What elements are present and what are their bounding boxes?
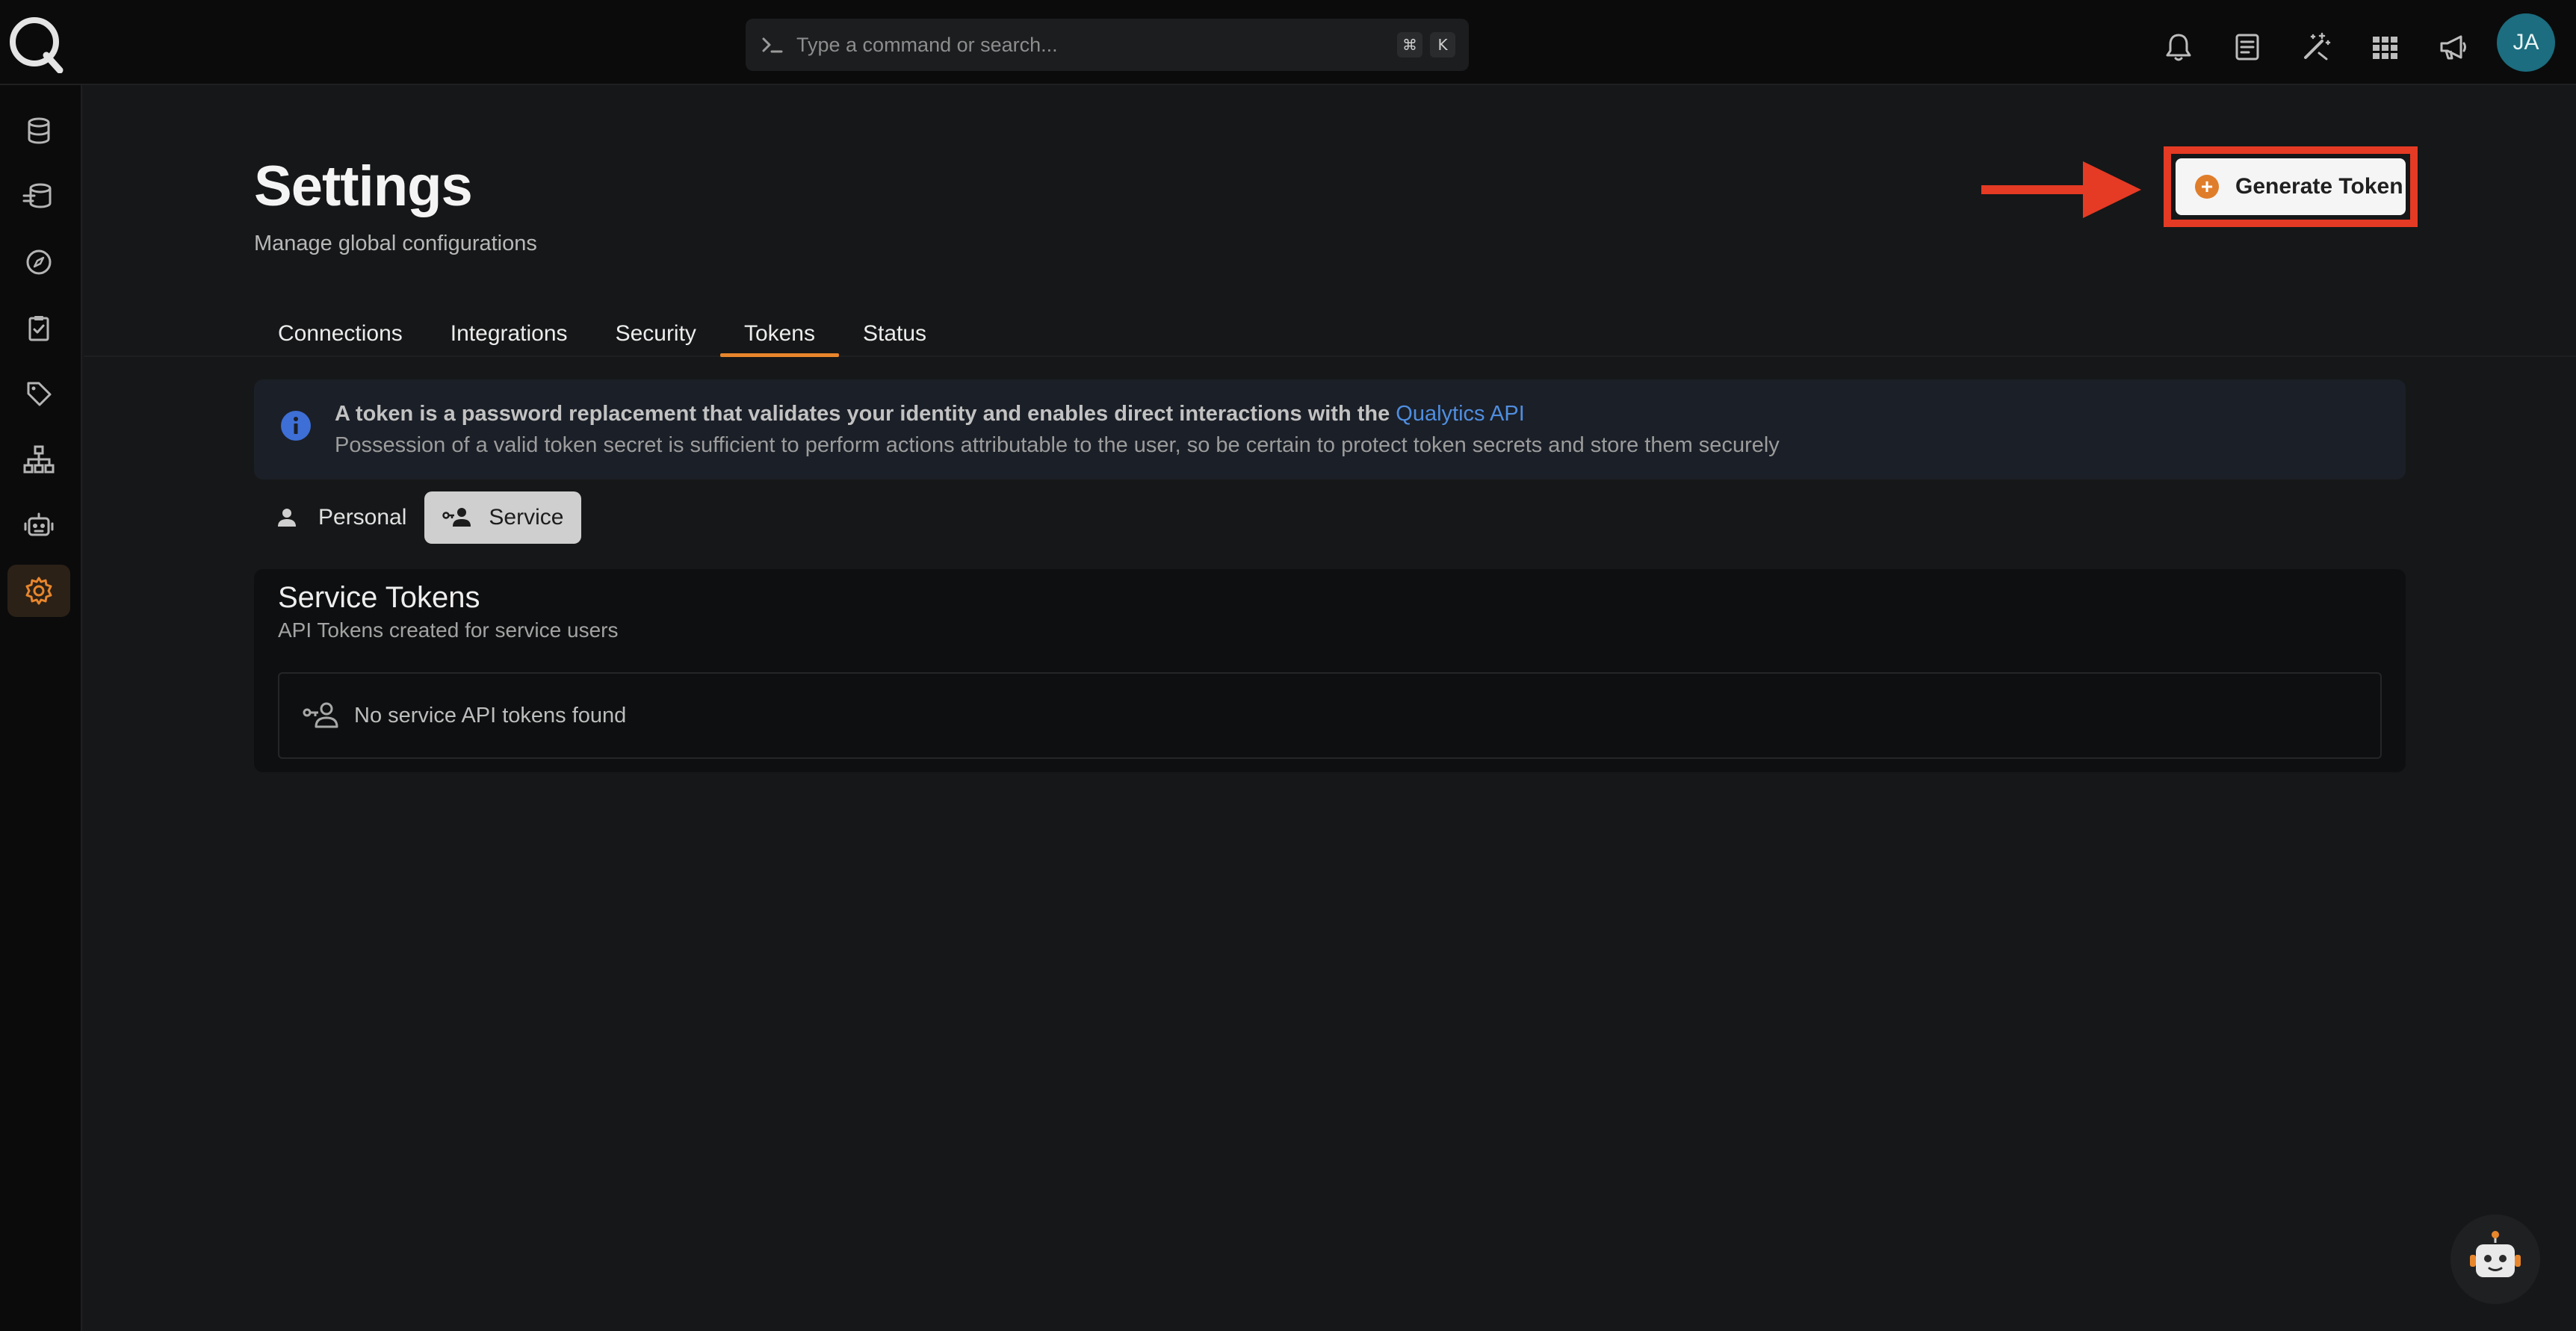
tab-integrations[interactable]: Integrations — [427, 302, 592, 362]
generate-token-highlight: + Generate Token — [2164, 146, 2418, 227]
service-tokens-card: Service Tokens API Tokens created for se… — [254, 569, 2406, 772]
token-type-toggle: Personal Service — [254, 491, 582, 544]
service-tokens-toggle[interactable]: Service — [424, 491, 582, 544]
hierarchy-icon — [23, 445, 55, 474]
page-subtitle: Manage global configurations — [254, 232, 537, 255]
compass-icon — [26, 249, 52, 275]
apps-grid-icon[interactable] — [2364, 26, 2406, 68]
tab-tokens[interactable]: Tokens — [719, 302, 840, 362]
tag-icon — [27, 382, 52, 406]
annotation-arrow — [1981, 161, 2141, 218]
notes-icon[interactable] — [2226, 26, 2268, 68]
personal-tokens-toggle[interactable]: Personal — [254, 491, 424, 544]
sidebar-item-datastores[interactable] — [7, 170, 70, 223]
gear-icon — [25, 577, 52, 605]
service-user-icon — [303, 702, 338, 728]
empty-state-message: No service API tokens found — [354, 703, 627, 727]
shortcut-k-key: K — [1430, 32, 1455, 58]
sidebar-item-hierarchy[interactable] — [7, 433, 70, 485]
header-actions: JA — [2131, 13, 2555, 72]
info-icon — [281, 411, 311, 441]
magic-wand-icon[interactable] — [2295, 26, 2337, 68]
info-line-primary: A token is a password replacement that v… — [335, 402, 1525, 426]
service-label: Service — [489, 505, 564, 530]
info-line-secondary: Possession of a valid token secret is su… — [335, 433, 1780, 457]
sidebar-item-checks[interactable] — [7, 302, 70, 354]
assistant-bot-button[interactable] — [2450, 1214, 2540, 1304]
sidebar — [0, 85, 82, 1331]
user-avatar[interactable]: JA — [2497, 13, 2555, 72]
info-line-primary-text: A token is a password replacement that v… — [335, 402, 1396, 426]
app-root: ⌘ K JA — [0, 0, 2576, 1331]
command-search[interactable]: ⌘ K — [746, 19, 1469, 71]
search-input[interactable] — [796, 33, 1390, 57]
tab-security[interactable]: Security — [592, 302, 720, 362]
bell-icon[interactable] — [2158, 26, 2199, 68]
sidebar-item-explore[interactable] — [7, 236, 70, 288]
robot-icon — [24, 512, 54, 536]
shortcut-modifier-key: ⌘ — [1397, 32, 1422, 58]
database-icon — [28, 117, 50, 144]
service-tokens-subtitle: API Tokens created for service users — [278, 618, 619, 642]
personal-label: Personal — [318, 505, 407, 530]
sidebar-item-agents[interactable] — [7, 499, 70, 551]
datastores-icon — [22, 183, 52, 208]
token-info-banner: A token is a password replacement that v… — [254, 379, 2406, 480]
generate-token-button[interactable]: + Generate Token — [2176, 158, 2406, 215]
tab-connections[interactable]: Connections — [254, 302, 427, 362]
top-bar: ⌘ K JA — [0, 0, 2576, 85]
sidebar-item-database[interactable] — [7, 105, 70, 157]
plus-circle-icon: + — [2195, 175, 2219, 199]
empty-state: No service API tokens found — [278, 672, 2382, 759]
terminal-prompt-icon — [762, 37, 783, 53]
settings-tabs: Connections Integrations Security Tokens… — [254, 302, 950, 362]
generate-token-label: Generate Token — [2235, 174, 2403, 199]
tab-status[interactable]: Status — [839, 302, 950, 362]
service-tokens-title: Service Tokens — [278, 581, 480, 614]
sidebar-item-settings[interactable] — [7, 565, 70, 617]
page-title: Settings — [254, 155, 473, 218]
service-user-icon — [442, 503, 472, 533]
megaphone-icon[interactable] — [2433, 26, 2474, 68]
main-content: Settings Manage global configurations + … — [84, 85, 2576, 1331]
robot-assistant-icon — [2470, 1231, 2521, 1277]
person-icon — [272, 503, 302, 533]
qualytics-logo[interactable] — [7, 13, 64, 73]
qualytics-api-link[interactable]: Qualytics API — [1396, 402, 1524, 426]
sidebar-item-tags[interactable] — [7, 367, 70, 420]
clipboard-check-icon — [28, 316, 49, 341]
